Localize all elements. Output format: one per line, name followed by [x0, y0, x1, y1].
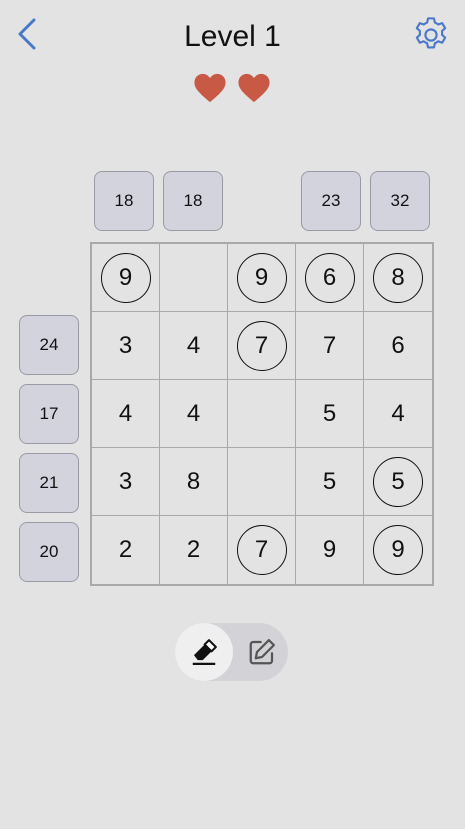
gear-icon — [415, 17, 447, 49]
grid-cell[interactable]: 3 — [92, 312, 160, 380]
edit-mode-button[interactable] — [237, 623, 287, 681]
mode-toggle[interactable] — [175, 623, 288, 681]
grid-cell[interactable]: 5 — [296, 448, 364, 516]
grid-cell[interactable] — [228, 380, 296, 448]
cell-number: 9 — [391, 536, 405, 563]
cell-number: 9 — [118, 263, 133, 291]
grid-cell[interactable]: 9 — [364, 516, 432, 584]
row-clue: 17 — [19, 384, 79, 444]
pencil-edit-icon — [249, 639, 275, 665]
eraser-icon — [192, 639, 217, 665]
lives-indicator — [193, 72, 273, 108]
grid-cell[interactable]: 5 — [296, 380, 364, 448]
grid-cell[interactable]: 9 — [296, 516, 364, 584]
grid-cell[interactable]: 2 — [160, 516, 228, 584]
cell-number: 9 — [322, 536, 337, 563]
grid-cell[interactable]: 8 — [160, 448, 228, 516]
cell-number: 6 — [391, 331, 405, 359]
cell-number: 4 — [118, 399, 133, 427]
grid-cell[interactable]: 5 — [364, 448, 432, 516]
page-title: Level 1 — [184, 20, 281, 53]
grid-cell[interactable] — [160, 244, 228, 312]
cell-number: 4 — [391, 399, 405, 427]
cell-number: 5 — [322, 467, 337, 495]
cell-number: 5 — [322, 399, 337, 427]
erase-mode-button[interactable] — [175, 623, 233, 681]
grid-cell[interactable]: 3 — [92, 448, 160, 516]
cell-number: 6 — [322, 263, 337, 291]
puzzle-grid: 9 9 6 8 3 4 7 7 6 4 4 5 4 3 8 5 5 2 2 7 9 9 — [90, 242, 434, 586]
row-clue: 20 — [19, 522, 79, 582]
column-clue: 18 — [94, 171, 154, 231]
grid-cell[interactable]: 4 — [92, 380, 160, 448]
cell-number: 7 — [322, 331, 337, 359]
grid-cell[interactable]: 6 — [364, 312, 432, 380]
grid-cell[interactable] — [228, 448, 296, 516]
cell-number: 8 — [186, 467, 201, 495]
column-clue: 18 — [163, 171, 223, 231]
settings-button[interactable] — [410, 14, 452, 56]
cell-number: 2 — [118, 536, 133, 563]
cell-number: 4 — [186, 331, 201, 359]
cell-number: 9 — [254, 263, 269, 291]
cell-number: 4 — [186, 399, 201, 427]
grid-cell[interactable]: 9 — [92, 244, 160, 312]
grid-cell[interactable]: 6 — [296, 244, 364, 312]
grid-cell[interactable]: 4 — [364, 380, 432, 448]
grid-cell[interactable]: 2 — [92, 516, 160, 584]
heart-icon — [238, 73, 270, 103]
grid-cell[interactable]: 7 — [296, 312, 364, 380]
column-clue: 32 — [370, 171, 430, 231]
grid-cell[interactable]: 7 — [228, 312, 296, 380]
grid-cell[interactable]: 7 — [228, 516, 296, 584]
grid-cell[interactable]: 4 — [160, 380, 228, 448]
grid-cell[interactable]: 9 — [228, 244, 296, 312]
cell-number: 3 — [118, 331, 133, 359]
row-clue: 21 — [19, 453, 79, 513]
heart-icon — [194, 73, 226, 103]
cell-number: 5 — [391, 467, 405, 495]
cell-number: 8 — [391, 263, 405, 291]
grid-cell[interactable]: 8 — [364, 244, 432, 312]
row-clue: 24 — [19, 315, 79, 375]
cell-number: 2 — [186, 536, 201, 563]
column-clue: 23 — [301, 171, 361, 231]
cell-number: 7 — [254, 536, 269, 563]
cell-number: 3 — [118, 467, 133, 495]
cell-number: 7 — [254, 331, 269, 359]
grid-cell[interactable]: 4 — [160, 312, 228, 380]
